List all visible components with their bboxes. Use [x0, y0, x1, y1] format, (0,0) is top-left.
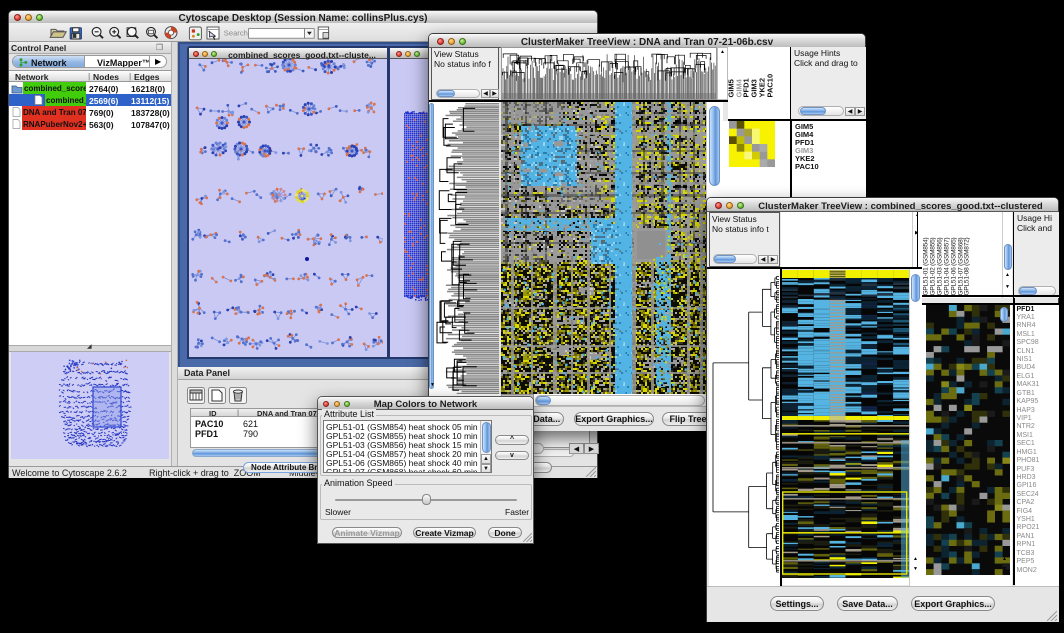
svg-text:Search:: Search:: [224, 28, 250, 37]
